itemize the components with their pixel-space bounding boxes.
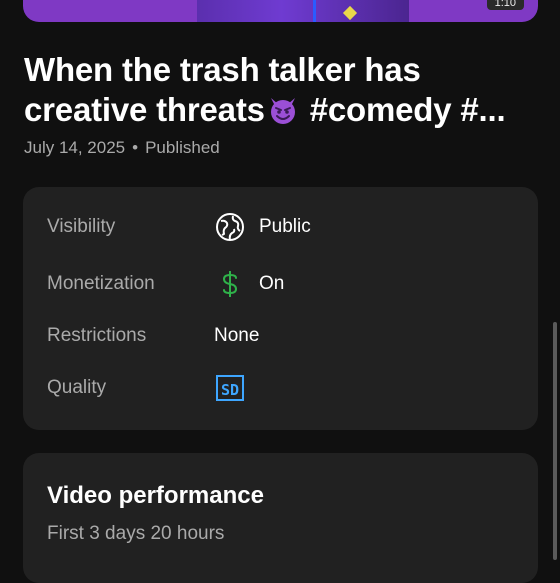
performance-subtitle: First 3 days 20 hours <box>47 523 225 544</box>
visibility-label: Visibility <box>47 216 116 237</box>
publish-date: July 14, 2025 <box>24 138 126 157</box>
thumbnail-streak <box>313 0 316 22</box>
title-line-2: creative threats #comedy #... <box>24 90 536 130</box>
video-title: When the trash talker has creative threa… <box>24 50 536 130</box>
monetization-value: On <box>259 273 285 294</box>
monetization-row[interactable]: Monetization On <box>47 269 514 299</box>
globe-icon <box>216 213 244 241</box>
visibility-row[interactable]: Visibility Public <box>47 212 514 242</box>
video-details-card: Visibility Public Monetization On Restri… <box>23 187 538 430</box>
duration-badge: 1:10 <box>486 0 524 10</box>
quality-row[interactable]: Quality SD <box>47 373 514 403</box>
video-thumbnail[interactable]: 1:10 <box>23 0 538 22</box>
performance-title: Video performance <box>47 482 264 509</box>
visibility-value: Public <box>259 216 311 237</box>
restrictions-label: Restrictions <box>47 325 147 346</box>
video-meta: July 14, 2025 • Published <box>24 138 220 158</box>
monetization-label: Monetization <box>47 273 155 294</box>
video-performance-card[interactable]: Video performance First 3 days 20 hours <box>23 453 538 583</box>
quality-label: Quality <box>47 377 107 398</box>
thumbnail-image <box>197 0 409 22</box>
quality-badge-text: SD <box>221 381 239 399</box>
dollar-icon <box>222 271 238 297</box>
meta-separator: • <box>132 138 139 157</box>
publish-status: Published <box>145 138 220 157</box>
scrollbar[interactable] <box>553 322 557 560</box>
restrictions-row[interactable]: Restrictions None <box>47 321 514 351</box>
title-line-1: When the trash talker has <box>24 51 421 88</box>
restrictions-value: None <box>214 325 260 346</box>
title-line-2-text: creative threats <box>24 91 265 128</box>
smiling-devil-emoji-icon <box>270 98 295 124</box>
title-hashtags: #comedy #... <box>300 91 506 128</box>
sd-quality-icon: SD <box>216 375 244 401</box>
